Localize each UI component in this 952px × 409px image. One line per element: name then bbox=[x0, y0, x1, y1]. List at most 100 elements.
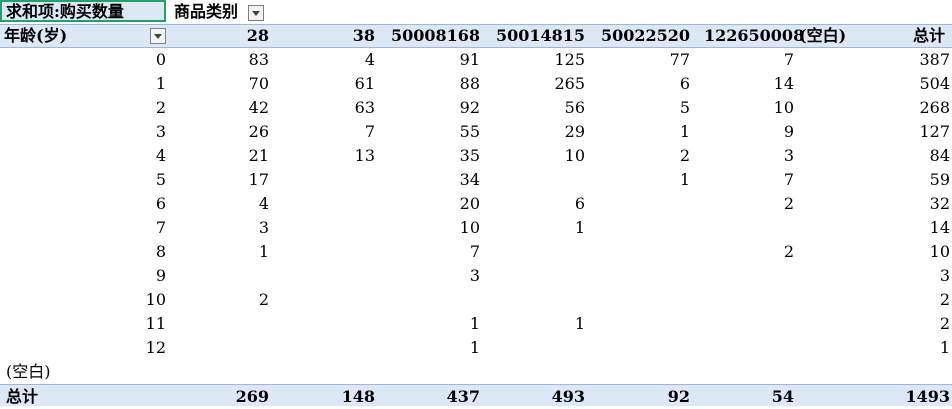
table-cell[interactable]: 92 bbox=[375, 96, 480, 120]
table-cell[interactable]: 29 bbox=[480, 120, 585, 144]
table-cell[interactable]: 35 bbox=[375, 144, 480, 168]
table-cell[interactable]: 125 bbox=[480, 48, 585, 72]
table-cell[interactable]: 10 bbox=[480, 144, 585, 168]
grand-total-cell[interactable]: 148 bbox=[269, 385, 375, 409]
table-cell[interactable]: 21 bbox=[166, 144, 269, 168]
table-cell[interactable]: 88 bbox=[375, 72, 480, 96]
column-header-total[interactable]: 总计 bbox=[865, 25, 945, 47]
grand-total-label[interactable]: 总计 bbox=[6, 385, 38, 409]
value-field-cell[interactable]: 求和项:购买数量 bbox=[0, 0, 166, 22]
column-field-cell[interactable]: 商品类别 bbox=[168, 0, 264, 24]
column-header[interactable]: 50022520 bbox=[585, 25, 690, 47]
table-cell[interactable]: 3 bbox=[690, 144, 794, 168]
table-cell[interactable]: 2 bbox=[166, 288, 269, 312]
row-label-age[interactable]: 10 bbox=[0, 288, 166, 312]
table-cell[interactable]: 1 bbox=[166, 240, 269, 264]
table-row-blank: (空白) bbox=[0, 360, 952, 384]
row-label-age[interactable]: 2 bbox=[0, 96, 166, 120]
row-field-cell[interactable]: 年龄(岁) bbox=[4, 25, 166, 47]
table-cell[interactable]: 56 bbox=[480, 96, 585, 120]
row-total-cell[interactable]: 14 bbox=[865, 216, 950, 240]
column-filter-dropdown-icon[interactable] bbox=[247, 4, 264, 21]
table-cell[interactable]: 7 bbox=[690, 168, 794, 192]
table-cell[interactable]: 70 bbox=[166, 72, 269, 96]
row-total-cell[interactable]: 1 bbox=[865, 336, 950, 360]
row-filter-dropdown-icon[interactable] bbox=[150, 28, 166, 44]
row-label-age[interactable]: 8 bbox=[0, 240, 166, 264]
table-cell[interactable]: 7 bbox=[269, 120, 375, 144]
table-cell[interactable]: 10 bbox=[690, 96, 794, 120]
table-cell[interactable]: 34 bbox=[375, 168, 480, 192]
table-cell[interactable]: 91 bbox=[375, 48, 480, 72]
table-cell[interactable]: 2 bbox=[585, 144, 690, 168]
table-cell[interactable]: 1 bbox=[375, 336, 480, 360]
table-cell[interactable]: 3 bbox=[375, 264, 480, 288]
row-label-age[interactable]: 0 bbox=[0, 48, 166, 72]
table-cell[interactable]: 6 bbox=[585, 72, 690, 96]
row-total-cell[interactable]: 2 bbox=[865, 312, 950, 336]
row-total-cell[interactable]: 2 bbox=[865, 288, 950, 312]
column-header[interactable]: 122650008 bbox=[690, 25, 804, 47]
table-cell[interactable]: 77 bbox=[585, 48, 690, 72]
table-cell[interactable]: 265 bbox=[480, 72, 585, 96]
row-label-blank[interactable]: (空白) bbox=[6, 360, 51, 384]
table-cell[interactable]: 1 bbox=[480, 312, 585, 336]
row-label-age[interactable]: 6 bbox=[0, 192, 166, 216]
table-cell[interactable]: 3 bbox=[166, 216, 269, 240]
grand-total-cell[interactable]: 493 bbox=[480, 385, 585, 409]
table-cell[interactable]: 14 bbox=[690, 72, 794, 96]
column-header[interactable]: 50014815 bbox=[480, 25, 585, 47]
grand-total-cell[interactable]: 54 bbox=[690, 385, 794, 409]
table-cell[interactable]: 1 bbox=[480, 216, 585, 240]
row-total-cell[interactable]: 504 bbox=[865, 72, 950, 96]
row-total-cell[interactable]: 387 bbox=[865, 48, 950, 72]
table-cell[interactable]: 9 bbox=[690, 120, 794, 144]
grand-total-cell[interactable]: 269 bbox=[166, 385, 269, 409]
column-header[interactable]: 38 bbox=[269, 25, 375, 47]
row-total-cell[interactable]: 84 bbox=[865, 144, 950, 168]
table-cell[interactable]: 13 bbox=[269, 144, 375, 168]
table-cell[interactable]: 2 bbox=[690, 192, 794, 216]
table-cell[interactable]: 4 bbox=[166, 192, 269, 216]
table-cell[interactable]: 17 bbox=[166, 168, 269, 192]
row-total-cell[interactable]: 3 bbox=[865, 264, 950, 288]
table-cell[interactable]: 61 bbox=[269, 72, 375, 96]
grand-total-cell[interactable]: 437 bbox=[375, 385, 480, 409]
row-label-age[interactable]: 11 bbox=[0, 312, 166, 336]
table-cell[interactable]: 20 bbox=[375, 192, 480, 216]
row-label-age[interactable]: 1 bbox=[0, 72, 166, 96]
table-cell[interactable]: 4 bbox=[269, 48, 375, 72]
grand-total-cell[interactable]: 92 bbox=[585, 385, 690, 409]
row-total-cell[interactable]: 268 bbox=[865, 96, 950, 120]
table-cell[interactable]: 1 bbox=[585, 120, 690, 144]
row-label-age[interactable]: 5 bbox=[0, 168, 166, 192]
row-total-cell[interactable]: 59 bbox=[865, 168, 950, 192]
table-cell[interactable]: 26 bbox=[166, 120, 269, 144]
row-field-label: 年龄(岁) bbox=[4, 26, 68, 45]
table-cell[interactable]: 63 bbox=[269, 96, 375, 120]
row-label-age[interactable]: 7 bbox=[0, 216, 166, 240]
table-cell[interactable]: 55 bbox=[375, 120, 480, 144]
row-label-age[interactable]: 3 bbox=[0, 120, 166, 144]
table-cell[interactable]: 7 bbox=[690, 48, 794, 72]
table-cell[interactable]: 1 bbox=[375, 312, 480, 336]
row-total-cell[interactable]: 32 bbox=[865, 192, 950, 216]
column-header-blank[interactable]: (空白) bbox=[793, 25, 865, 47]
row-total-cell[interactable]: 127 bbox=[865, 120, 950, 144]
table-cell[interactable]: 83 bbox=[166, 48, 269, 72]
table-cell[interactable]: 6 bbox=[480, 192, 585, 216]
table-cell[interactable]: 2 bbox=[690, 240, 794, 264]
table-row: 9 3 3 bbox=[0, 264, 952, 288]
column-header[interactable]: 28 bbox=[166, 25, 269, 47]
table-cell[interactable]: 7 bbox=[375, 240, 480, 264]
row-total-cell[interactable]: 10 bbox=[865, 240, 950, 264]
table-cell[interactable]: 42 bbox=[166, 96, 269, 120]
column-header[interactable]: 50008168 bbox=[375, 25, 480, 47]
table-cell[interactable]: 5 bbox=[585, 96, 690, 120]
table-cell[interactable]: 1 bbox=[585, 168, 690, 192]
grand-total-cell[interactable]: 1493 bbox=[865, 385, 950, 409]
row-label-age[interactable]: 4 bbox=[0, 144, 166, 168]
row-label-age[interactable]: 12 bbox=[0, 336, 166, 360]
table-cell[interactable]: 10 bbox=[375, 216, 480, 240]
row-label-age[interactable]: 9 bbox=[0, 264, 166, 288]
